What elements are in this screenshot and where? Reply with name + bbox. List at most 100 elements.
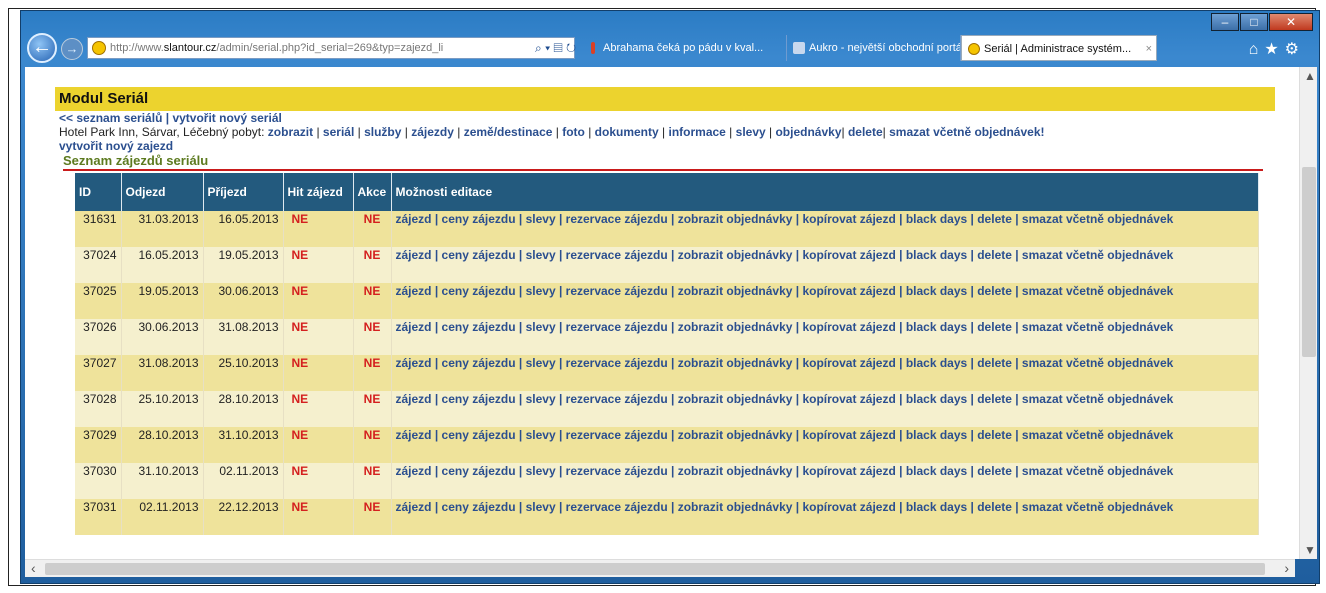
cell-prijezd: 02.11.2013 <box>203 463 284 499</box>
cell-ops[interactable]: zájezd | ceny zájezdu | slevy | rezervac… <box>391 319 1259 355</box>
forward-button[interactable]: → <box>61 38 83 60</box>
serial-list-link[interactable]: << seznam seriálů <box>59 111 162 125</box>
serial-link-informace[interactable]: informace <box>668 125 725 139</box>
site-favicon-icon <box>92 41 106 55</box>
cell-ops[interactable]: zájezd | ceny zájezdu | slevy | rezervac… <box>391 463 1259 499</box>
cell-prijezd: 28.10.2013 <box>203 391 284 427</box>
column-header-prijezd: Příjezd <box>203 173 284 211</box>
nav-separator: | <box>162 111 173 125</box>
new-serial-link[interactable]: vytvořit nový seriál <box>172 111 281 125</box>
cell-prijezd: 25.10.2013 <box>203 355 284 391</box>
search-icon[interactable]: ⌕ <box>535 41 542 55</box>
maximize-button[interactable]: □ <box>1240 13 1268 31</box>
cell-ops[interactable]: zájezd | ceny zájezdu | slevy | rezervac… <box>391 355 1259 391</box>
favorites-star-icon[interactable]: ★ <box>1264 41 1284 58</box>
cell-ops[interactable]: zájezd | ceny zájezdu | slevy | rezervac… <box>391 391 1259 427</box>
url-prefix: http://www. <box>110 42 164 54</box>
scroll-thumb[interactable] <box>1302 167 1316 357</box>
cell-akce: NE <box>353 319 392 355</box>
serial-link-zeme[interactable]: země/destinace <box>464 125 553 139</box>
table-row: 37028 25.10.2013 28.10.2013 NE NE zájezd | ce… <box>75 391 1259 427</box>
compatibility-icon[interactable]: ▤ <box>553 41 562 55</box>
trips-table: ID Odjezd Příjezd Hit zájezd Akce Možnos… <box>75 173 1259 535</box>
table-row: 37029 28.10.2013 31.10.2013 NE NE zájezd | ce… <box>75 427 1259 463</box>
table-row: 37030 31.10.2013 02.11.2013 NE NE zájezd | ce… <box>75 463 1259 499</box>
window-controls: – □ ✕ <box>1210 13 1313 31</box>
cell-akce: NE <box>353 211 392 247</box>
back-button[interactable]: ← <box>27 33 57 63</box>
cell-odjezd: 31.03.2013 <box>121 211 204 247</box>
tab-strip: Abrahama čeká po pádu v kval... Aukro - … <box>581 35 1157 61</box>
refresh-icon[interactable]: ↻ <box>566 41 576 55</box>
cell-akce: NE <box>353 283 392 319</box>
cell-akce: NE <box>353 463 392 499</box>
close-tab-icon[interactable]: × <box>1146 36 1152 60</box>
news-icon <box>591 42 595 54</box>
cell-prijezd: 31.08.2013 <box>203 319 284 355</box>
cell-ops[interactable]: zájezd | ceny zájezdu | slevy | rezervac… <box>391 283 1259 319</box>
browser-tools: ⌂★⚙ <box>1249 39 1305 59</box>
cell-ops[interactable]: zájezd | ceny zájezdu | slevy | rezervac… <box>391 247 1259 283</box>
new-trip-link[interactable]: vytvořit nový zajezd <box>59 139 173 153</box>
tab-3-active[interactable]: Seriál | Administrace systém... × <box>961 35 1157 61</box>
cell-akce: NE <box>353 355 392 391</box>
serial-link-serial[interactable]: seriál <box>323 125 354 139</box>
tab-label: Abrahama čeká po pádu v kval... <box>603 42 764 54</box>
aukro-icon <box>793 42 805 54</box>
cell-id: 37025 <box>75 283 122 319</box>
serial-link-dokumenty[interactable]: dokumenty <box>595 125 659 139</box>
cell-hit: NE <box>283 499 354 535</box>
cell-hit: NE <box>283 211 354 247</box>
vertical-scrollbar[interactable]: ▲ ▼ <box>1299 67 1317 559</box>
cell-prijezd: 16.05.2013 <box>203 211 284 247</box>
horizontal-scrollbar[interactable]: ‹ › <box>25 559 1295 577</box>
nav-links: << seznam seriálů | vytvořit nový seriál <box>55 111 1275 125</box>
cell-ops[interactable]: zájezd | ceny zájezdu | slevy | rezervac… <box>391 499 1259 535</box>
column-header-moznosti: Možnosti editace <box>391 173 1259 211</box>
cell-akce: NE <box>353 391 392 427</box>
scroll-up-icon[interactable]: ▲ <box>1304 69 1316 83</box>
scroll-thumb[interactable] <box>45 563 1265 575</box>
cell-odjezd: 16.05.2013 <box>121 247 204 283</box>
cell-id: 37028 <box>75 391 122 427</box>
cell-ops[interactable]: zájezd | ceny zájezdu | slevy | rezervac… <box>391 211 1259 247</box>
serial-link-slevy[interactable]: slevy <box>736 125 766 139</box>
cell-prijezd: 31.10.2013 <box>203 427 284 463</box>
table-row: 37025 19.05.2013 30.06.2013 NE NE zájezd | ce… <box>75 283 1259 319</box>
serial-link-sluzby[interactable]: služby <box>364 125 401 139</box>
serial-link-smazat[interactable]: smazat včetně objednávek! <box>889 125 1044 139</box>
cell-hit: NE <box>283 355 354 391</box>
browser-window: – □ ✕ ← → http://www.slantour.cz/admin/s… <box>20 10 1320 584</box>
cell-akce: NE <box>353 499 392 535</box>
gear-icon[interactable]: ⚙ <box>1285 41 1305 58</box>
serial-link-zobrazit[interactable]: zobrazit <box>268 125 313 139</box>
cell-id: 31631 <box>75 211 122 247</box>
cell-odjezd: 31.08.2013 <box>121 355 204 391</box>
serial-link-zajezdy[interactable]: zájezdy <box>411 125 454 139</box>
site-favicon-icon <box>968 43 980 55</box>
minimize-button[interactable]: – <box>1211 13 1239 31</box>
section-title: Seznam zájezdů seriálu <box>63 153 209 168</box>
dropdown-icon[interactable]: ▾ <box>545 41 550 55</box>
cell-id: 37031 <box>75 499 122 535</box>
table-row: 37031 02.11.2013 22.12.2013 NE NE zájezd | ce… <box>75 499 1259 535</box>
cell-hit: NE <box>283 283 354 319</box>
cell-ops[interactable]: zájezd | ceny zájezdu | slevy | rezervac… <box>391 427 1259 463</box>
home-icon[interactable]: ⌂ <box>1249 41 1265 58</box>
scroll-down-icon[interactable]: ▼ <box>1304 543 1316 557</box>
scroll-right-icon[interactable]: › <box>1284 560 1289 576</box>
table-row: 37027 31.08.2013 25.10.2013 NE NE zájezd | ce… <box>75 355 1259 391</box>
scroll-left-icon[interactable]: ‹ <box>31 560 36 576</box>
tab-2[interactable]: Aukro - největší obchodní portál <box>787 35 961 61</box>
url-host: slantour.cz <box>163 42 217 54</box>
serial-link-delete[interactable]: delete <box>848 125 883 139</box>
serial-link-objednavky[interactable]: objednávky <box>775 125 841 139</box>
address-bar[interactable]: http://www.slantour.cz/admin/serial.php?… <box>87 37 575 59</box>
cell-akce: NE <box>353 247 392 283</box>
serial-links-row: Hotel Park Inn, Sárvar, Léčebný pobyt: z… <box>59 125 1045 139</box>
table-row: 37026 30.06.2013 31.08.2013 NE NE zájezd | ce… <box>75 319 1259 355</box>
serial-link-foto[interactable]: foto <box>562 125 585 139</box>
cell-hit: NE <box>283 391 354 427</box>
tab-1[interactable]: Abrahama čeká po pádu v kval... <box>581 35 787 61</box>
close-button[interactable]: ✕ <box>1269 13 1313 31</box>
